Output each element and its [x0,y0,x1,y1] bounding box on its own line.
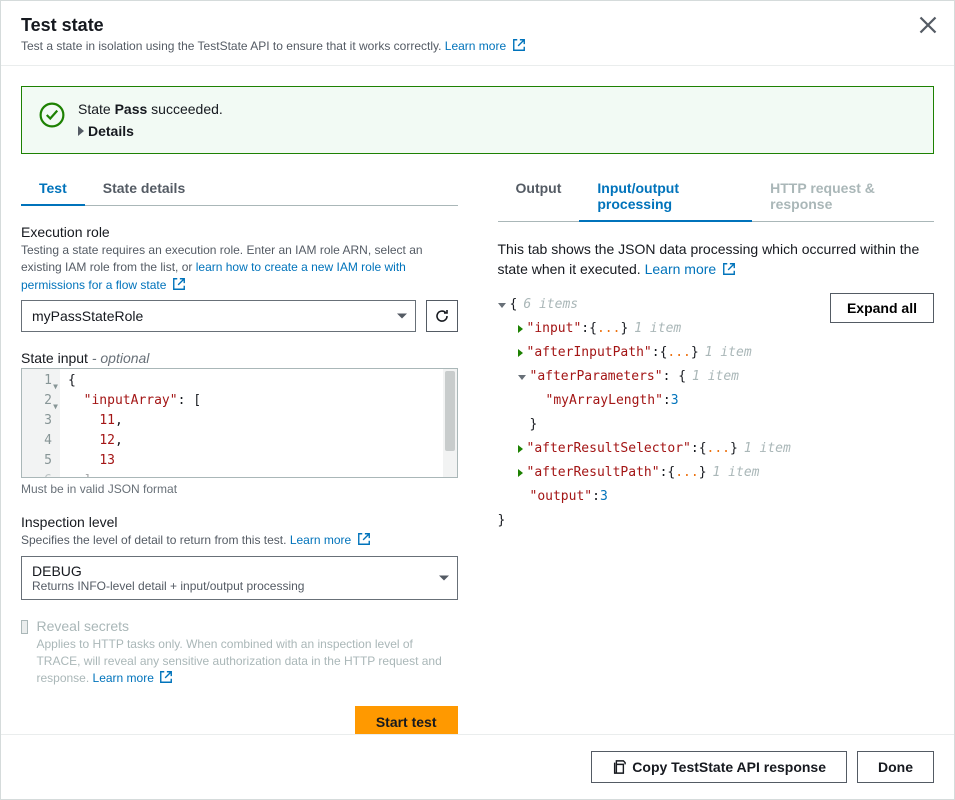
reveal-secrets-checkbox [21,620,28,634]
modal-footer: Copy TestState API response Done [1,734,954,799]
tab-http: HTTP request & response [752,172,934,222]
tab-test[interactable]: Test [21,172,85,206]
success-alert: State Pass succeeded. Details [21,86,934,154]
tree-root-close: } [498,509,825,533]
tab-output[interactable]: Output [498,172,580,222]
refresh-button[interactable] [426,300,458,332]
modal-header: Test state Test a state in isolation usi… [1,1,954,66]
refresh-icon [434,308,450,324]
io-learn-more-link[interactable]: Learn more [645,261,736,277]
modal-subtitle: Test a state in isolation using the Test… [21,38,934,53]
caret-right-icon[interactable] [518,445,523,453]
start-test-button[interactable]: Start test [355,706,458,734]
inspection-help: Specifies the level of detail to return … [21,532,458,549]
reveal-secrets-help: Applies to HTTP tasks only. When combine… [36,636,457,688]
state-input-hint: Must be in valid JSON format [21,482,458,496]
tree-node-output: "output" : 3 [498,485,825,509]
reveal-secrets-label: Reveal secrets [36,618,457,634]
state-input-label: State input - optional [21,350,458,366]
left-tabs: Test State details [21,172,458,206]
external-link-icon [172,277,186,291]
caret-right-icon[interactable] [518,469,523,477]
inspection-select[interactable]: DEBUG Returns INFO-level detail + input/… [21,556,458,600]
external-link-icon [159,670,173,684]
caret-right-icon[interactable] [518,349,523,357]
chevron-down-icon [397,314,407,319]
tab-state-details[interactable]: State details [85,172,203,206]
external-link-icon [357,532,371,546]
tree-root[interactable]: {6 items [498,293,825,317]
caret-down-icon[interactable] [518,375,526,380]
learn-more-link[interactable]: Learn more [445,39,526,53]
caret-right-icon [78,126,84,136]
close-icon [918,15,938,35]
chevron-down-icon [439,575,449,580]
reveal-learn-more-link[interactable]: Learn more [93,671,174,685]
inspection-label: Inspection level [21,514,458,530]
tree-node-afterparameters[interactable]: "afterParameters" : {1 item [498,365,825,389]
editor-code: { "inputArray": [ 11, 12, 13 ] [60,369,457,477]
caret-down-icon[interactable] [498,303,506,308]
details-toggle[interactable]: Details [78,123,917,139]
external-link-icon [722,262,736,276]
json-tree: Expand all {6 items "input" : {...}1 ite… [498,293,935,533]
expand-all-button[interactable]: Expand all [830,293,934,323]
right-tabs: Output Input/output processing HTTP requ… [498,172,935,222]
external-link-icon [512,38,526,52]
alert-title: State Pass succeeded. [78,101,917,117]
inspection-learn-more-link[interactable]: Learn more [290,533,371,547]
tree-node-input[interactable]: "input" : {...}1 item [498,317,825,341]
exec-role-select[interactable]: myPassStateRole [21,300,416,332]
copy-response-button[interactable]: Copy TestState API response [591,751,847,783]
modal-title: Test state [21,15,934,36]
success-icon [38,101,66,129]
exec-role-help: Testing a state requires an execution ro… [21,242,458,294]
done-button[interactable]: Done [857,751,934,783]
tree-close-brace: } [498,413,825,437]
tree-node-myarraylength: "myArrayLength" : 3 [498,389,825,413]
io-description: This tab shows the JSON data processing … [498,240,935,279]
tree-node-afterresultselector[interactable]: "afterResultSelector" : {...}1 item [498,437,825,461]
copy-icon [612,760,626,774]
exec-role-label: Execution role [21,224,458,240]
tab-io-processing[interactable]: Input/output processing [579,172,752,222]
caret-right-icon[interactable] [518,325,523,333]
tree-node-afterinputpath[interactable]: "afterInputPath" : {...}1 item [498,341,825,365]
editor-gutter: 1▼ 2▼ 3 4 5 6 [22,369,60,477]
state-input-editor[interactable]: 1▼ 2▼ 3 4 5 6 { "inputArray": [ 11, 12, … [21,368,458,478]
editor-scrollbar[interactable] [443,369,457,477]
close-button[interactable] [918,15,938,35]
tree-node-afterresultpath[interactable]: "afterResultPath" : {...}1 item [498,461,825,485]
reveal-secrets-row: Reveal secrets Applies to HTTP tasks onl… [21,618,458,688]
